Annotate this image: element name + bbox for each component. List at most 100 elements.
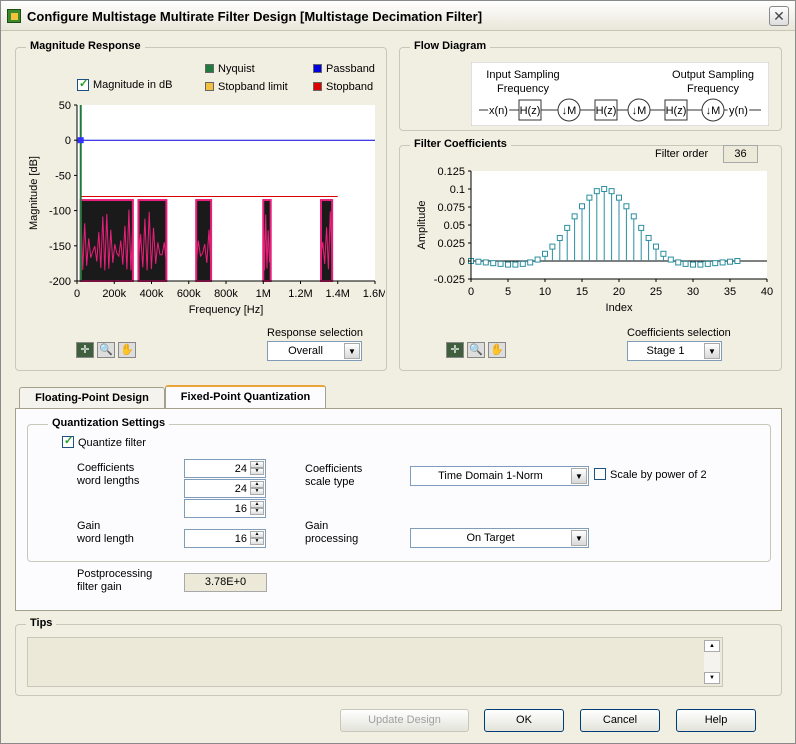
spin-up-icon[interactable]: ▲: [250, 501, 264, 508]
x-axis-label: Frequency [Hz]: [189, 304, 264, 316]
coef-y-tick-label: 0: [459, 256, 465, 268]
flow-stage-1-decimator: ↓M: [557, 98, 581, 122]
coef-x-tick-label: 35: [724, 286, 736, 298]
legend-stopband-limit-swatch: [205, 82, 214, 91]
gain-processing-label-2: processing: [305, 533, 359, 545]
coef-point: [712, 260, 719, 267]
x-tick-label: 400k: [140, 288, 164, 300]
magnitude-response-chart[interactable]: 500-50-100-150-2000 200k 400k 600k 800k 1M 1.2…: [19, 95, 385, 317]
coef-point: [490, 260, 497, 267]
scale-type-dropdown[interactable]: Time Domain 1-Norm ▼: [410, 466, 589, 486]
flow-stage-2-filter: H(z): [594, 99, 618, 121]
magnitude-response-title: Magnitude Response: [26, 40, 145, 52]
spinner[interactable]: ▲ ▼: [250, 481, 264, 496]
scroll-up-icon[interactable]: ▲: [704, 640, 720, 652]
flow-output-label-1: Output Sampling: [672, 69, 754, 81]
pan-tool-button[interactable]: ✋: [118, 342, 136, 358]
x-tick-label: 200k: [102, 288, 126, 300]
coef-cursor-tool-button[interactable]: ✛: [446, 342, 464, 358]
coef-point: [630, 213, 637, 220]
spin-down-icon[interactable]: ▼: [250, 508, 264, 515]
magnitude-db-label: Magnitude in dB: [93, 79, 173, 91]
filter-order-label: Filter order: [655, 148, 709, 160]
coef-x-axis-label: Index: [606, 302, 633, 314]
y-tick-label: -200: [49, 276, 71, 288]
scroll-down-icon[interactable]: ▼: [704, 672, 720, 684]
coef-point: [653, 243, 659, 250]
help-button[interactable]: Help: [676, 709, 756, 732]
cursor-tool-button[interactable]: ✛: [76, 342, 94, 358]
coef-point: [579, 203, 585, 210]
stopband-lobe: [262, 199, 272, 282]
coef-word-length-2-input[interactable]: 24 ▲ ▼: [184, 479, 266, 498]
gain-word-length-input[interactable]: 16 ▲ ▼: [184, 529, 266, 548]
coef-point: [571, 213, 578, 220]
update-design-button[interactable]: Update Design: [340, 709, 469, 732]
ok-button[interactable]: OK: [484, 709, 564, 732]
x-tick-label: 1.2M: [288, 288, 312, 300]
cancel-button[interactable]: Cancel: [580, 709, 660, 732]
flow-decimator-label: ↓M: [562, 105, 577, 117]
coef-x-tick-label: 10: [539, 286, 551, 298]
response-selection-label: Response selection: [267, 327, 364, 339]
coef-x-tick-label: 5: [505, 286, 511, 298]
response-selection-value: Overall: [288, 345, 323, 357]
crosshair-icon: ✛: [450, 344, 460, 356]
coef-point: [734, 258, 741, 264]
flow-diagram: Input Sampling Frequency Output Sampling…: [471, 62, 769, 126]
coef-point: [616, 194, 622, 201]
tips-scrollbar[interactable]: ▲ ▼: [704, 640, 720, 684]
spin-up-icon[interactable]: ▲: [250, 461, 264, 468]
gain-processing-value: On Target: [466, 532, 515, 544]
tab-fixed-point-quantization[interactable]: Fixed-Point Quantization: [165, 385, 326, 409]
stopband-lobe-fill: [196, 200, 212, 281]
spin-up-icon[interactable]: ▲: [250, 481, 264, 488]
flow-output-label-2: Frequency: [687, 83, 739, 95]
passband-marker: [77, 137, 84, 144]
tips-text-area[interactable]: ▲ ▼: [27, 637, 723, 687]
flow-stage-3-filter: H(z): [664, 99, 688, 121]
coef-word-length-3-input[interactable]: 16 ▲ ▼: [184, 499, 266, 518]
spin-down-icon[interactable]: ▼: [250, 468, 264, 475]
close-button[interactable]: ✕: [769, 6, 789, 26]
post-filter-gain-label-2: filter gain: [77, 581, 122, 593]
response-selection-dropdown[interactable]: Overall ▼: [267, 341, 362, 361]
coef-pan-tool-button[interactable]: ✋: [488, 342, 506, 358]
coefficients-selection-dropdown[interactable]: Stage 1 ▼: [627, 341, 722, 361]
close-icon: ✕: [773, 8, 785, 24]
quantize-filter-checkbox[interactable]: [62, 434, 74, 448]
coef-y-tick-label: 0.025: [437, 238, 465, 250]
crosshair-icon: ✛: [80, 344, 90, 356]
post-filter-gain-label-1: Postprocessing: [77, 568, 153, 580]
filter-coefficients-chart[interactable]: 0.1250.10.0750.050.0250-0.0250 5 10 15 20 25 3…: [403, 161, 777, 317]
spinner[interactable]: ▲ ▼: [250, 501, 264, 516]
spinner[interactable]: ▲ ▼: [250, 531, 264, 546]
coef-y-tick-label: 0.05: [444, 220, 465, 232]
coef-zoom-tool-button[interactable]: 🔍: [467, 342, 485, 358]
chevron-down-icon: ▼: [344, 343, 360, 359]
zoom-tool-button[interactable]: 🔍: [97, 342, 115, 358]
spin-down-icon[interactable]: ▼: [250, 488, 264, 495]
flow-stage-3-decimator: ↓M: [701, 98, 725, 122]
gain-processing-dropdown[interactable]: On Target ▼: [410, 528, 589, 548]
coef-point: [497, 260, 504, 267]
zoom-icon: 🔍: [99, 344, 113, 356]
spin-down-icon[interactable]: ▼: [250, 538, 264, 545]
spin-up-icon[interactable]: ▲: [250, 531, 264, 538]
tab-floating-point-design[interactable]: Floating-Point Design: [19, 387, 165, 409]
gain-processing-label-1: Gain: [305, 520, 329, 532]
gain-word-length-value: 16: [234, 533, 247, 545]
x-tick-label: 800k: [214, 288, 238, 300]
magnitude-db-checkbox[interactable]: [77, 77, 89, 91]
chevron-down-icon: ▼: [704, 343, 720, 359]
legend-stopband-swatch: [313, 82, 322, 91]
title-bar: Configure Multistage Multirate Filter De…: [1, 1, 795, 31]
spinner[interactable]: ▲ ▼: [250, 461, 264, 476]
quantization-settings-title: Quantization Settings: [48, 417, 170, 429]
coef-point: [623, 203, 630, 210]
coef-point: [601, 186, 608, 192]
scale-power-of-2-checkbox[interactable]: [594, 468, 606, 480]
coef-word-length-1-input[interactable]: 24 ▲ ▼: [184, 459, 266, 478]
scale-type-label-1: Coefficients: [305, 463, 363, 475]
coef-point: [608, 188, 615, 195]
